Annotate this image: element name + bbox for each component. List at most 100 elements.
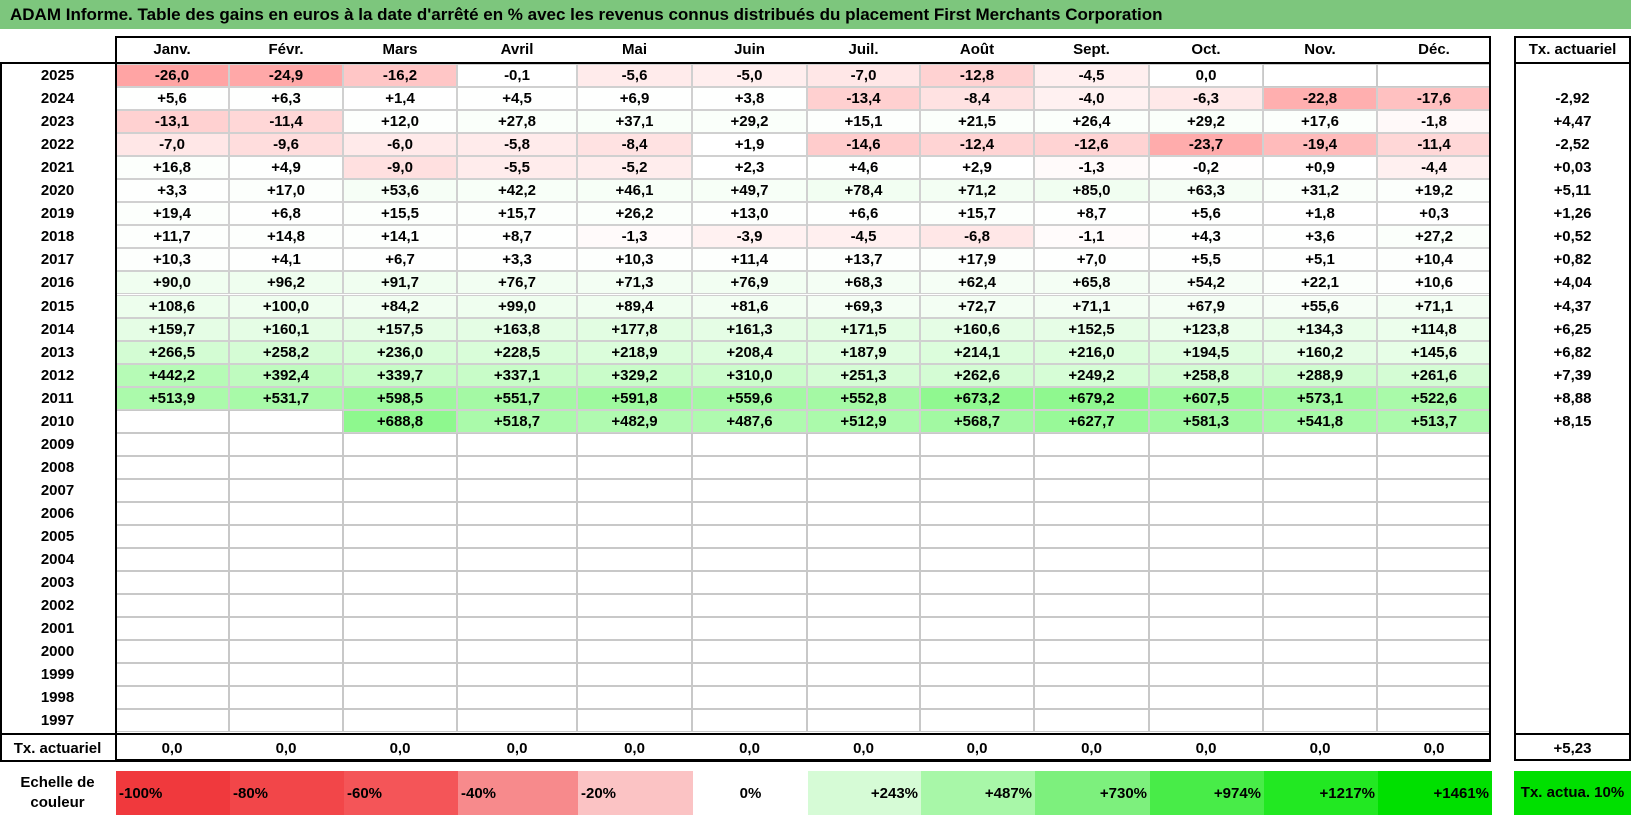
value-cell: +14,8 <box>229 225 343 249</box>
value-cell <box>457 501 577 525</box>
value-cell <box>577 455 692 479</box>
value-cell: +68,3 <box>807 271 920 295</box>
value-cell: +78,4 <box>807 179 920 203</box>
value-cell: +160,2 <box>1263 340 1377 364</box>
value-cell <box>1263 64 1377 88</box>
value-cell: +49,7 <box>692 179 807 203</box>
rate-cell <box>1514 663 1631 686</box>
value-cell: +54,2 <box>1149 271 1263 295</box>
value-cell: +29,2 <box>1149 110 1263 134</box>
value-cell: +19,4 <box>115 202 229 226</box>
year-label: 2014 <box>40 320 75 338</box>
value-cell <box>920 571 1034 595</box>
value-cell <box>457 663 577 687</box>
value-cell: +62,4 <box>920 271 1034 295</box>
value-cell <box>115 409 229 433</box>
value-cell <box>577 686 692 710</box>
value-cell: +5,6 <box>1149 202 1263 226</box>
value-cell: +11,4 <box>692 248 807 272</box>
value-cell: +55,6 <box>1263 294 1377 318</box>
value-cell: +3,6 <box>1263 225 1377 249</box>
value-cell <box>1149 548 1263 572</box>
value-cell: -1,3 <box>577 225 692 249</box>
value-cell <box>115 594 229 618</box>
year-label: 2012 <box>40 366 75 384</box>
year-label: 2009 <box>40 435 75 453</box>
value-cell <box>1377 709 1491 733</box>
value-cell: +337,1 <box>457 363 577 387</box>
value-cell: +6,8 <box>229 202 343 226</box>
value-cell: +518,7 <box>457 409 577 433</box>
month-header: Juin <box>734 41 765 58</box>
value-cell: +67,9 <box>1149 294 1263 318</box>
value-cell <box>920 640 1034 664</box>
value-cell: -8,4 <box>920 87 1034 111</box>
value-cell: +513,7 <box>1377 409 1491 433</box>
value-cell: +208,4 <box>692 340 807 364</box>
value-cell <box>1377 594 1491 618</box>
value-cell: -13,1 <box>115 110 229 134</box>
rate-header: Tx. actuariel <box>1528 41 1617 58</box>
value-cell <box>577 571 692 595</box>
value-cell <box>1263 455 1377 479</box>
value-cell <box>229 640 343 664</box>
value-cell <box>692 455 807 479</box>
value-cell <box>920 663 1034 687</box>
value-cell <box>577 501 692 525</box>
value-cell: +4,1 <box>229 248 343 272</box>
value-cell <box>229 409 343 433</box>
value-cell <box>692 686 807 710</box>
value-cell: +17,6 <box>1263 110 1377 134</box>
value-cell <box>807 501 920 525</box>
value-cell <box>920 617 1034 641</box>
footer-value: 0,0 <box>1309 739 1331 757</box>
value-cell: -4,4 <box>1377 156 1491 180</box>
value-cell: +42,2 <box>457 179 577 203</box>
value-cell <box>920 548 1034 572</box>
value-cell: +5,5 <box>1149 248 1263 272</box>
year-label: 2001 <box>40 620 75 638</box>
value-cell: +22,1 <box>1263 271 1377 295</box>
value-cell: +134,3 <box>1263 317 1377 341</box>
value-cell: -9,6 <box>229 133 343 157</box>
rate-cell: +0,52 <box>1553 228 1592 246</box>
value-cell <box>807 478 920 502</box>
value-cell: +0,3 <box>1377 202 1491 226</box>
legend-swatch: 0% <box>693 771 808 815</box>
value-cell: +84,2 <box>343 294 457 318</box>
rate-cell <box>1514 548 1631 571</box>
value-cell <box>1149 686 1263 710</box>
value-cell: +187,9 <box>807 340 920 364</box>
value-cell <box>1377 525 1491 549</box>
footer-value: 0,0 <box>275 739 297 757</box>
year-label: 2022 <box>40 136 75 154</box>
value-cell: +5,1 <box>1263 248 1377 272</box>
rate-cell: +1,26 <box>1553 205 1592 223</box>
value-cell: +513,9 <box>115 386 229 410</box>
value-cell: +251,3 <box>807 363 920 387</box>
value-cell <box>920 525 1034 549</box>
value-cell: +8,7 <box>1034 202 1149 226</box>
value-cell: +163,8 <box>457 317 577 341</box>
value-cell: -5,2 <box>577 156 692 180</box>
value-cell: +522,6 <box>1377 386 1491 410</box>
value-cell: +71,2 <box>920 179 1034 203</box>
month-header: Déc. <box>1418 41 1450 58</box>
value-cell <box>1034 594 1149 618</box>
value-cell: +63,3 <box>1149 179 1263 203</box>
value-cell <box>807 432 920 456</box>
value-cell <box>692 663 807 687</box>
value-cell: +11,7 <box>115 225 229 249</box>
value-cell: +216,0 <box>1034 340 1149 364</box>
year-label: 2025 <box>40 67 75 85</box>
value-cell: +76,9 <box>692 271 807 295</box>
value-cell: +1,8 <box>1263 202 1377 226</box>
value-cell: +27,8 <box>457 110 577 134</box>
value-cell: +194,5 <box>1149 340 1263 364</box>
rate-cell: +4,37 <box>1553 297 1592 315</box>
value-cell <box>692 548 807 572</box>
value-cell: +4,5 <box>457 87 577 111</box>
value-cell: +512,9 <box>807 409 920 433</box>
year-label: 2002 <box>40 597 75 615</box>
month-header: Août <box>959 41 995 58</box>
